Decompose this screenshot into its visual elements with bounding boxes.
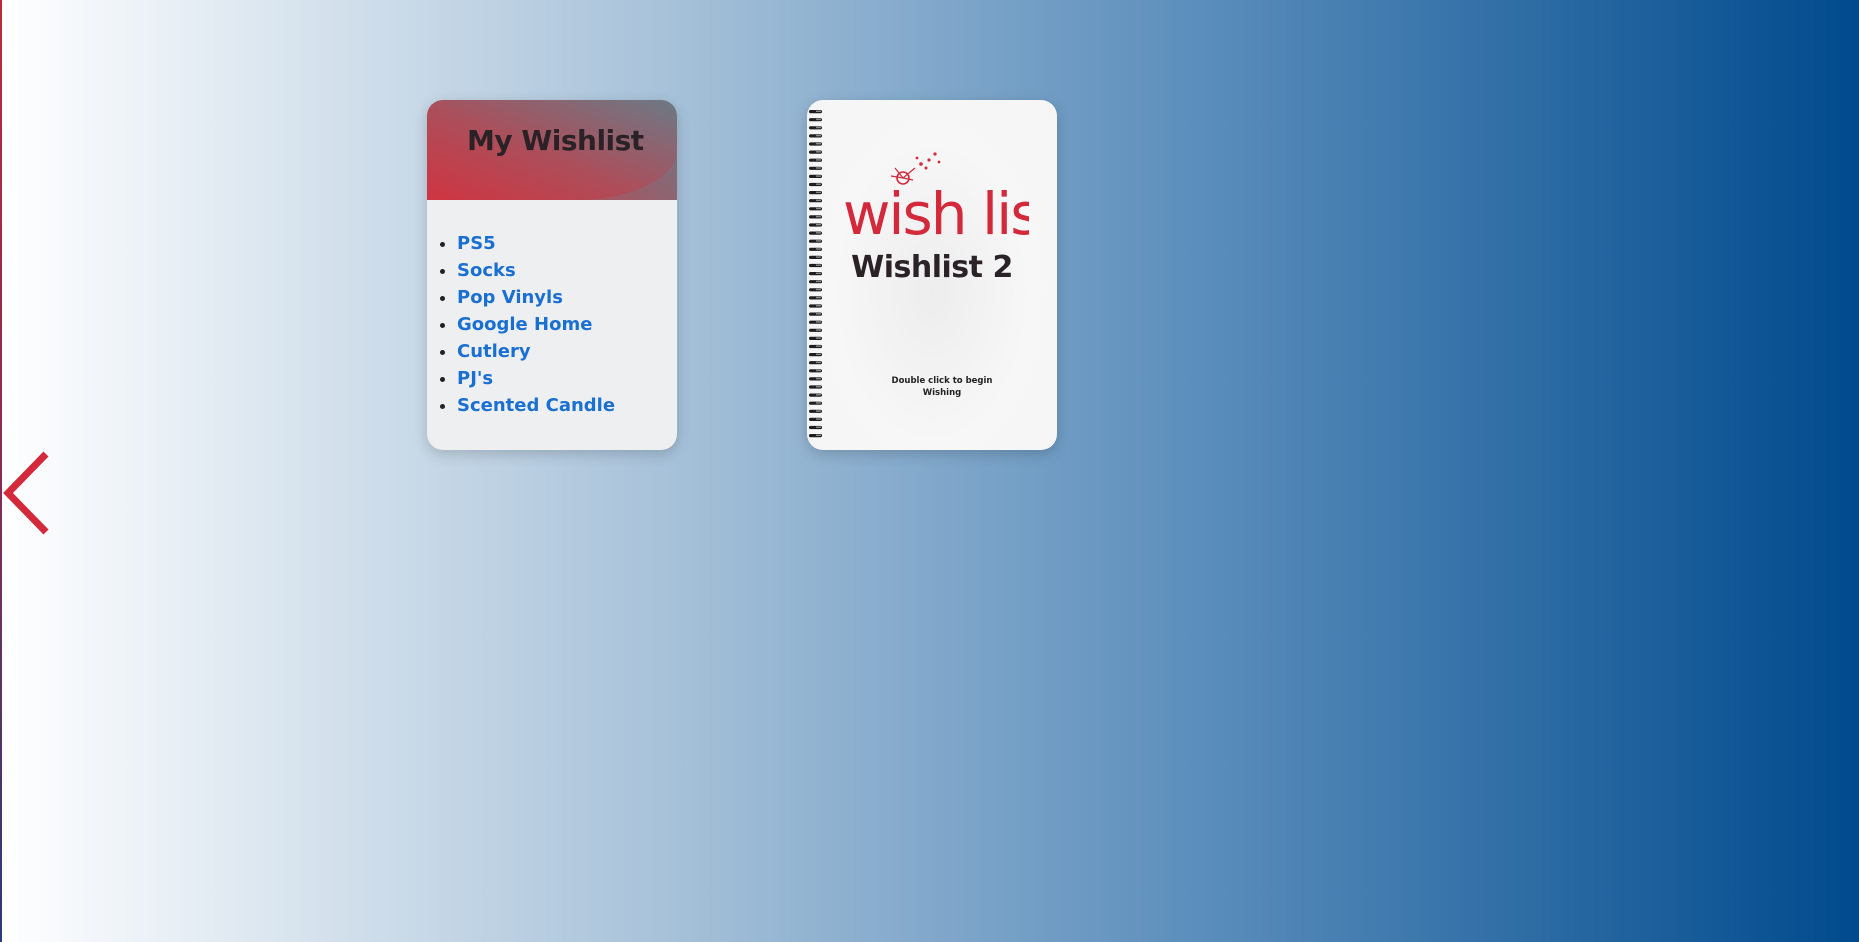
card-title: My Wishlist [467,124,644,157]
hint-line-1: Double click to begin [891,376,993,386]
spiral-coil-highlight [816,159,821,161]
spiral-coil-highlight [816,377,821,380]
spiral-coil-highlight [816,394,821,396]
spiral-coil-highlight [816,353,821,355]
spiral-coil-highlight [816,199,821,202]
double-click-hint: Double click to begin Wishing [867,375,1017,399]
spiral-coil-highlight [816,386,821,388]
spiral-coil-highlight [816,329,821,331]
wishlist-item-link[interactable]: Pop Vinyls [457,287,563,308]
wishlist-item-link[interactable]: Scented Candle [457,395,615,416]
spiral-coil-highlight [816,305,821,307]
back-arrow-button[interactable] [2,450,50,536]
spiral-coil-highlight [816,232,821,234]
notebook-title: Wishlist 2 [851,250,1013,285]
wish-list-logo: wish list [843,152,1029,248]
new-wishlist-notebook[interactable]: wish list Wishlist 2 Double click to beg… [807,100,1057,450]
card-header: My Wishlist [427,100,677,200]
spiral-coil-highlight [816,143,821,145]
spiral-coil-highlight [816,207,821,210]
spiral-coil-highlight [816,418,821,420]
spiral-coil-highlight [816,118,821,121]
spiral-coil-highlight [816,337,821,339]
wishlist-items: PS5 Socks Pop Vinyls Google Home Cutlery… [427,230,615,419]
spiral-coil-highlight [816,175,821,177]
spiral-coil-highlight [816,240,821,242]
list-item: PS5 [457,230,615,257]
spiral-coil-highlight [816,434,821,436]
my-wishlist-card[interactable]: My Wishlist PS5 Socks Pop Vinyls Google … [427,100,677,450]
spiral-coil-highlight [816,426,821,428]
spiral-coil-highlight [816,410,821,412]
spiral-coil-highlight [816,183,821,185]
spiral-coil-highlight [816,191,821,193]
list-item: Scented Candle [457,392,615,419]
spiral-coil-highlight [816,321,821,323]
wishlist-item-link[interactable]: PJ's [457,368,493,389]
list-item: Google Home [457,311,615,338]
spiral-coil-highlight [816,110,821,112]
spiral-coil-highlight [816,126,821,129]
spiral-coil-highlight [816,288,821,291]
list-item: Cutlery [457,338,615,365]
wishlist-item-link[interactable]: PS5 [457,233,496,254]
spiral-coil-highlight [816,313,821,315]
wishlist-item-link[interactable]: Socks [457,260,516,281]
spiral-coil-highlight [816,345,821,347]
spiral-coil-highlight [816,151,821,153]
spiral-coil-highlight [816,134,821,137]
hint-line-2: Wishing [922,388,962,398]
list-item: PJ's [457,365,615,392]
wishlist-item-link[interactable]: Cutlery [457,341,531,362]
logo-text: wish list [843,180,1029,248]
spiral-coil-highlight [816,224,821,226]
spiral-coil-highlight [816,215,821,218]
spiral-coil-highlight [816,369,821,372]
spiral-coil-highlight [816,402,821,404]
spiral-coil-highlight [816,296,821,299]
list-item: Socks [457,257,615,284]
chevron-left-icon [3,451,49,535]
spiral-coil-highlight [816,361,821,364]
list-item: Pop Vinyls [457,284,615,311]
spiral-coil-highlight [816,167,821,169]
wishlist-item-link[interactable]: Google Home [457,314,592,335]
